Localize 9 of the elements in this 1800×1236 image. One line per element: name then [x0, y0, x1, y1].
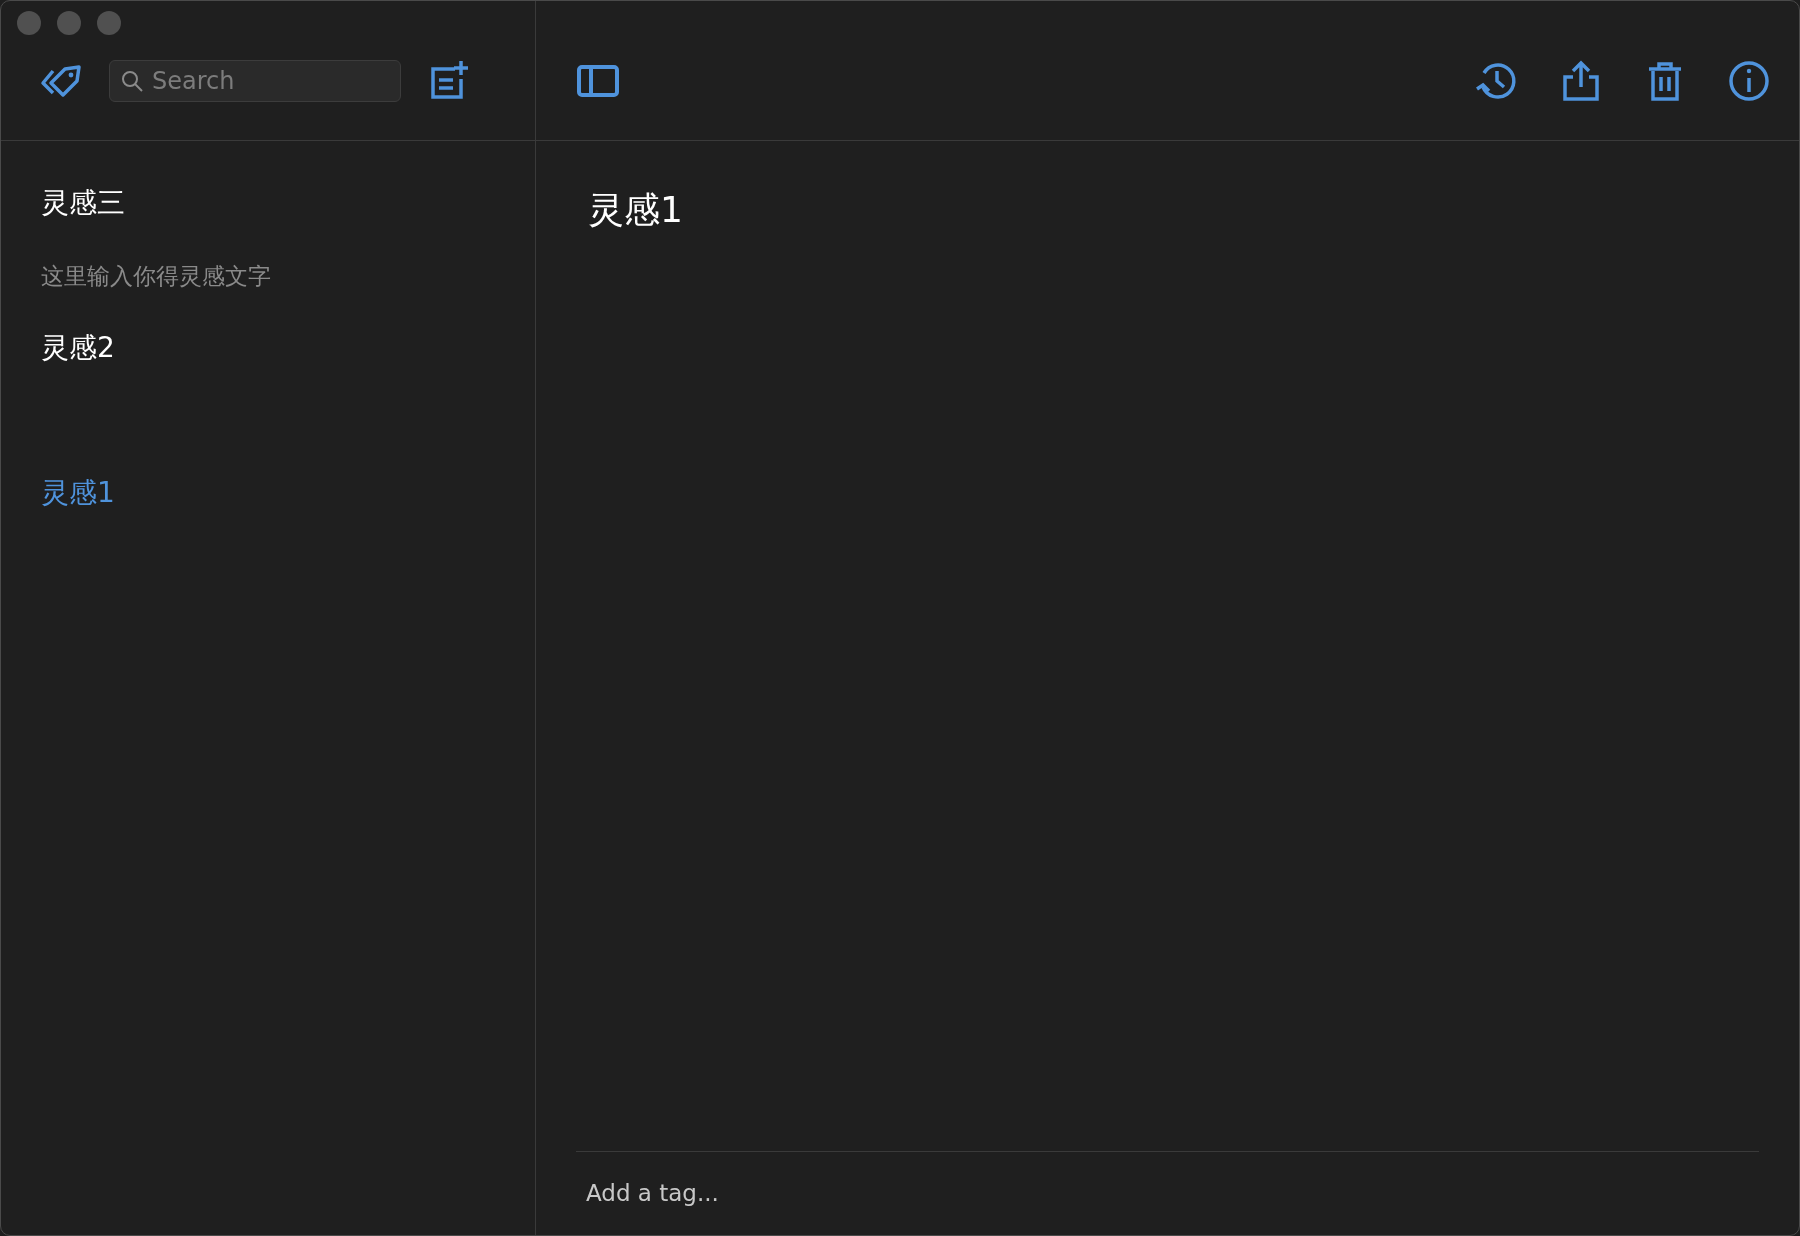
tag-field[interactable]: Add a tag... — [576, 1175, 976, 1212]
note-list-item[interactable]: 灵感1 — [41, 475, 495, 512]
search-field[interactable]: Search — [109, 59, 401, 102]
search-icon — [120, 68, 144, 93]
note-preview: 这里输入你得灵感文字 — [41, 262, 272, 292]
info-button[interactable] — [1727, 58, 1771, 103]
note-title[interactable]: 灵感1 — [588, 183, 1799, 237]
note-list-item[interactable]: 灵感三 — [41, 185, 495, 222]
note-list-item[interactable]: 灵感2 — [41, 330, 495, 367]
